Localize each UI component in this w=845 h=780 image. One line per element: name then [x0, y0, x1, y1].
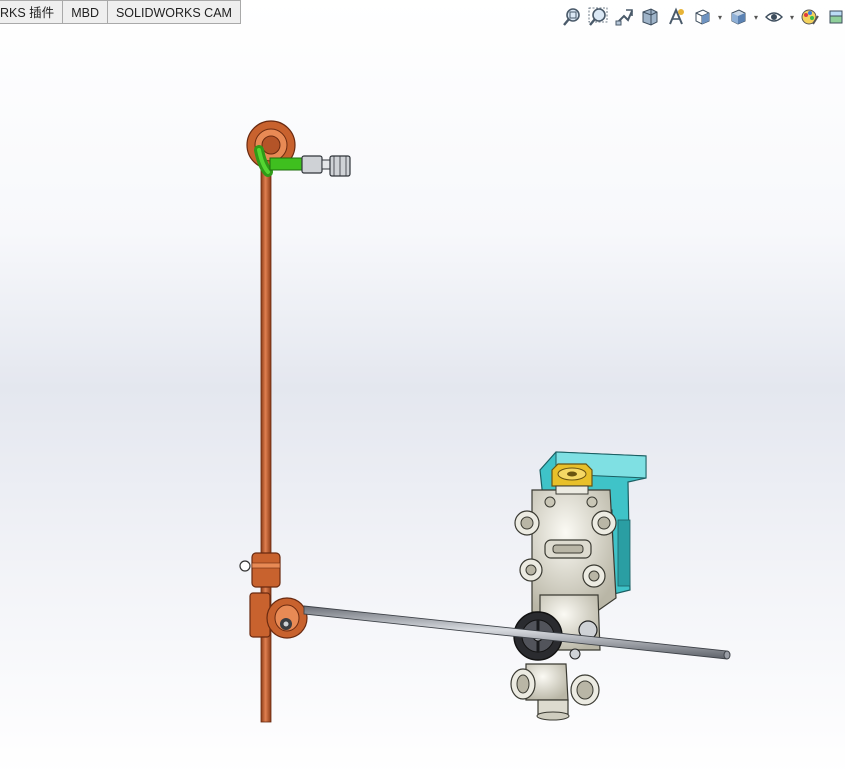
hide-show-items-dropdown-icon[interactable]: ▾: [788, 13, 796, 22]
hide-show-items-icon[interactable]: [762, 6, 786, 28]
control-rod: [303, 605, 731, 660]
apply-scene-icon[interactable]: [824, 6, 845, 28]
dynamic-annotation-views-icon[interactable]: [664, 6, 688, 28]
section-view-icon[interactable]: [638, 6, 662, 28]
zoom-to-area-icon[interactable]: [586, 6, 610, 28]
display-style-icon[interactable]: [726, 6, 750, 28]
graphics-area[interactable]: [0, 28, 845, 775]
tab-solidworks-cam[interactable]: SOLIDWORKS CAM: [107, 0, 241, 24]
view-orientation-dropdown-icon[interactable]: ▾: [716, 13, 724, 22]
view-orientation-icon[interactable]: [690, 6, 714, 28]
copper-pipe-assembly: [239, 120, 351, 723]
assembly-model: [239, 120, 731, 723]
command-manager-tabs: RKS 插件 MBD SOLIDWORKS CAM: [0, 0, 241, 25]
edit-appearance-icon[interactable]: [798, 6, 822, 28]
heads-up-view-toolbar: ▾ ▾ ▾: [560, 6, 845, 28]
display-style-dropdown-icon[interactable]: ▾: [752, 13, 760, 22]
zoom-to-fit-icon[interactable]: [560, 6, 584, 28]
tab-rks-plugin[interactable]: RKS 插件: [0, 0, 64, 24]
valve-assembly: [510, 451, 647, 721]
previous-view-icon[interactable]: [612, 6, 636, 28]
tab-mbd[interactable]: MBD: [63, 0, 108, 24]
